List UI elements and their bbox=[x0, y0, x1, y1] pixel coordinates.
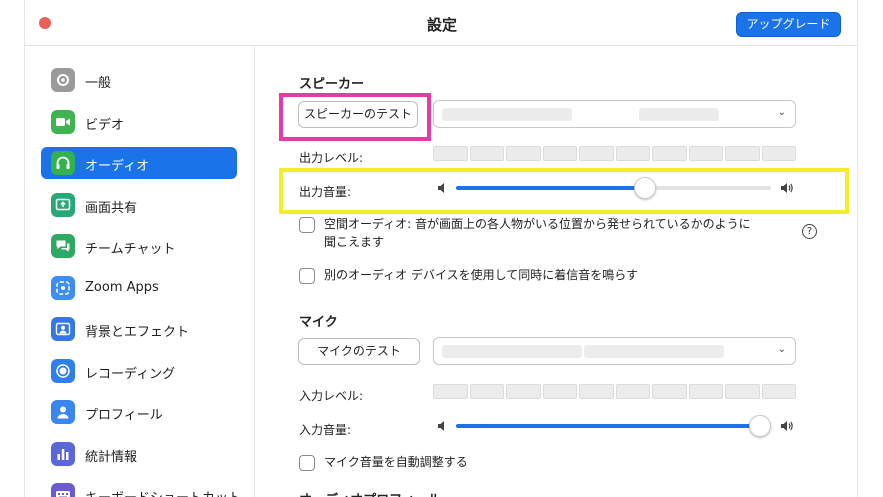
speaker-device-select[interactable]: ⌄ bbox=[433, 100, 796, 128]
chevron-down-icon: ⌄ bbox=[777, 344, 786, 355]
sidebar-item-background-effects[interactable]: 背景とエフェクト bbox=[41, 313, 237, 345]
gear-icon bbox=[51, 68, 75, 92]
mic-section-title: マイク bbox=[299, 315, 338, 330]
headphones-icon bbox=[51, 151, 75, 175]
test-mic-button[interactable]: マイクのテスト bbox=[298, 338, 420, 365]
input-volume-label: 入力音量: bbox=[299, 423, 352, 437]
spatial-audio-label-line2: 聞こえます bbox=[324, 235, 385, 249]
highlight-box-yellow bbox=[279, 168, 849, 214]
input-level-meter bbox=[433, 384, 796, 399]
apps-icon bbox=[51, 276, 75, 300]
mic-device-select[interactable]: ⌄ bbox=[433, 337, 796, 365]
input-volume-thumb[interactable] bbox=[749, 415, 771, 437]
sidebar-item-team-chat[interactable]: チームチャット bbox=[41, 230, 237, 262]
upgrade-button[interactable]: アップグレード bbox=[736, 12, 841, 37]
sidebar-item-label: 統計情報 bbox=[85, 450, 138, 465]
sidebar-item-keyboard-shortcuts[interactable]: キーボードショートカット bbox=[41, 479, 241, 497]
sidebar-item-statistics[interactable]: 統計情報 bbox=[41, 438, 237, 470]
statistics-icon bbox=[51, 442, 75, 466]
sidebar-item-label: Zoom Apps bbox=[85, 280, 159, 295]
sidebar-item-audio[interactable]: オーディオ bbox=[41, 147, 237, 179]
input-level-label: 入力レベル: bbox=[299, 389, 364, 403]
redacted-device-name bbox=[442, 108, 572, 121]
redacted-device-name bbox=[442, 345, 582, 358]
audio-settings-panel: スピーカー スピーカーのテスト ⌄ 出力レベル: 出力音量: 空間オーディオ: … bbox=[256, 47, 857, 497]
sidebar-item-zoom-apps[interactable]: Zoom Apps bbox=[41, 272, 237, 304]
profile-icon bbox=[51, 400, 75, 424]
highlight-box-pink bbox=[279, 93, 431, 141]
keyboard-icon bbox=[51, 483, 75, 497]
output-level-label: 出力レベル: bbox=[299, 151, 364, 165]
background-person-icon bbox=[51, 317, 75, 341]
chat-bubble-icon bbox=[51, 234, 75, 258]
sidebar-item-label: 一般 bbox=[85, 76, 112, 91]
sidebar-item-label: 背景とエフェクト bbox=[85, 325, 190, 340]
sidebar-item-label: キーボードショートカット bbox=[85, 487, 241, 497]
sidebar-item-video[interactable]: ビデオ bbox=[41, 106, 237, 138]
sidebar-item-screen-share[interactable]: 画面共有 bbox=[41, 189, 237, 221]
settings-sidebar: 一般 ビデオ オーディオ 画面共有 チームチャット Zoom Apps 背景とエ… bbox=[25, 47, 255, 497]
share-screen-icon bbox=[51, 193, 75, 217]
title-bar: 設定 アップグレード bbox=[25, 0, 857, 46]
audio-profile-section-title: オーディオプロフィール bbox=[299, 489, 441, 497]
volume-low-icon bbox=[438, 421, 444, 431]
settings-window: 設定 アップグレード 一般 ビデオ オーディオ 画面共有 チームチャット Zoo… bbox=[24, 0, 858, 497]
auto-adjust-mic-label: マイク音量を自動調整する bbox=[324, 455, 468, 469]
ring-separate-device-checkbox[interactable] bbox=[299, 268, 315, 284]
chevron-down-icon: ⌄ bbox=[777, 107, 786, 118]
output-level-meter bbox=[433, 146, 796, 161]
speaker-section-title: スピーカー bbox=[299, 77, 365, 92]
volume-high-icon bbox=[781, 421, 793, 431]
ring-separate-device-label: 別のオーディオ デバイスを使用して同時に着信音を鳴らす bbox=[324, 268, 639, 282]
sidebar-item-profile[interactable]: プロフィール bbox=[41, 396, 237, 428]
redacted-device-name bbox=[639, 108, 719, 121]
window-title: 設定 bbox=[426, 16, 457, 34]
spatial-audio-checkbox[interactable] bbox=[299, 217, 315, 233]
auto-adjust-mic-checkbox[interactable] bbox=[299, 455, 315, 471]
record-icon bbox=[51, 359, 75, 383]
sidebar-item-recording[interactable]: レコーディング bbox=[41, 355, 237, 387]
video-camera-icon bbox=[51, 110, 75, 134]
sidebar-item-label: チームチャット bbox=[85, 242, 176, 257]
sidebar-item-label: 画面共有 bbox=[85, 201, 138, 216]
input-volume-fill bbox=[456, 424, 762, 428]
input-volume-slider[interactable] bbox=[456, 415, 771, 437]
spatial-audio-label-line1: 空間オーディオ: 音が画面上の各人物がいる位置から発せられているかのように bbox=[324, 217, 751, 231]
sidebar-item-general[interactable]: 一般 bbox=[41, 64, 237, 96]
sidebar-item-label: レコーディング bbox=[85, 367, 176, 382]
redacted-device-name bbox=[584, 345, 724, 358]
sidebar-item-label: プロフィール bbox=[85, 408, 163, 423]
help-icon[interactable]: ? bbox=[802, 224, 817, 239]
sidebar-item-label: ビデオ bbox=[85, 118, 125, 133]
sidebar-item-label: オーディオ bbox=[85, 159, 150, 174]
